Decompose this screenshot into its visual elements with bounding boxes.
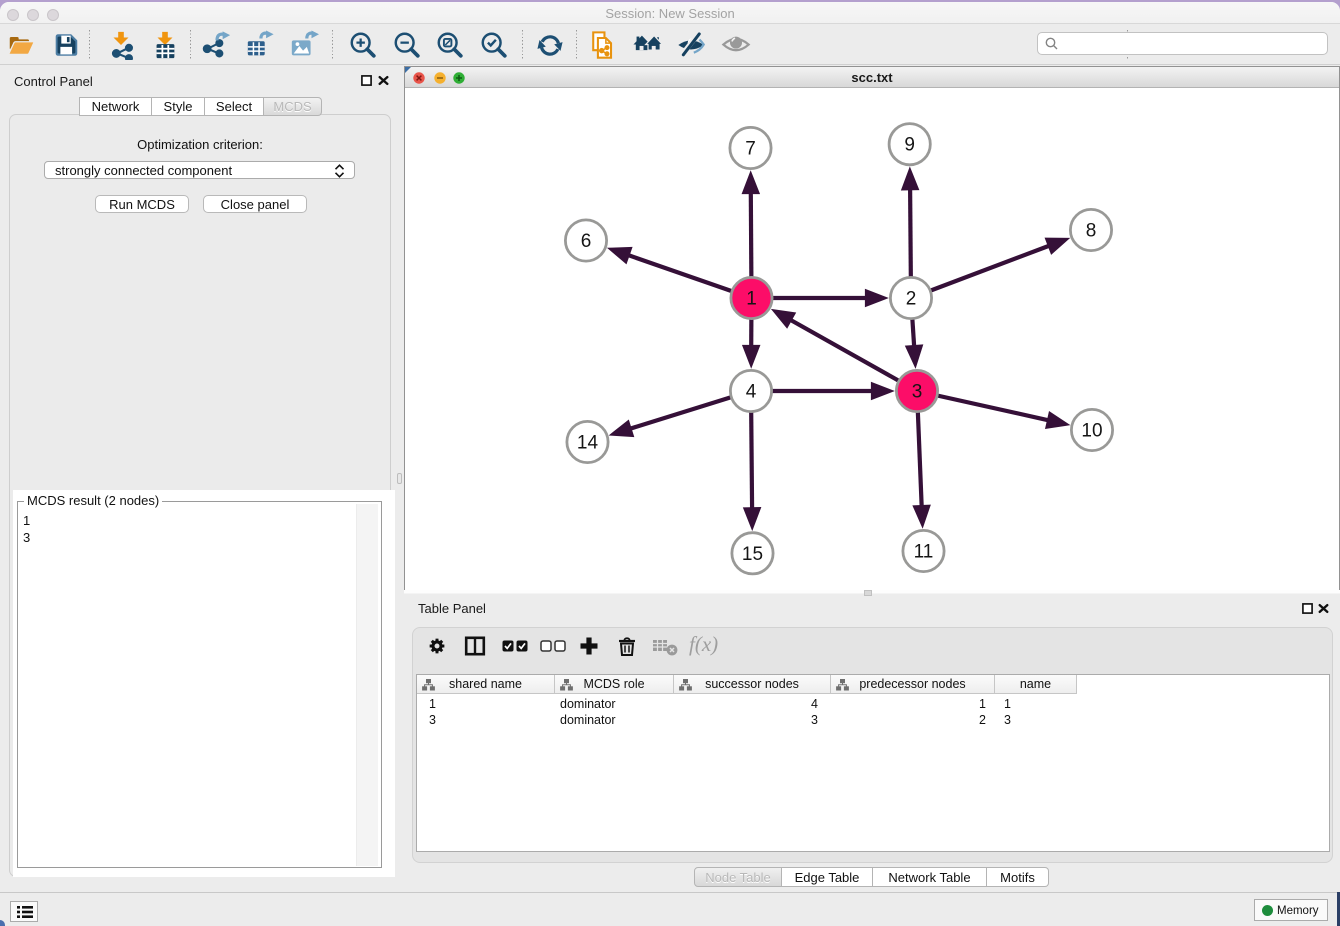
svg-text:10: 10 [1081,421,1102,442]
svg-text:15: 15 [742,544,763,565]
svg-text:2: 2 [906,289,917,310]
svg-text:3: 3 [912,382,923,403]
svg-text:7: 7 [745,139,756,160]
svg-text:8: 8 [1086,221,1097,242]
svg-text:14: 14 [577,433,599,454]
svg-text:6: 6 [581,231,592,252]
svg-text:11: 11 [914,542,934,563]
svg-text:1: 1 [746,289,757,310]
svg-text:9: 9 [904,135,915,156]
svg-text:4: 4 [746,382,757,403]
